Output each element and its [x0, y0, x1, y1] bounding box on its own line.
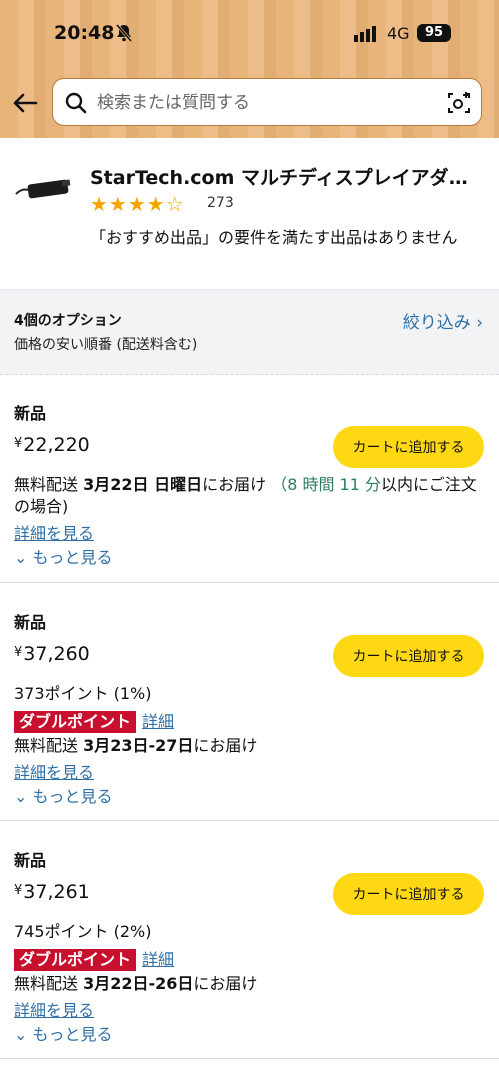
details-link[interactable]: 詳細を見る: [14, 759, 94, 783]
see-more-link[interactable]: ⌄ もっと見る: [14, 783, 113, 807]
rating-stars: ★★★★☆: [90, 192, 185, 216]
badge-detail-link[interactable]: 詳細: [142, 950, 174, 969]
offer-condition: 新品: [14, 404, 47, 423]
delivery-info: 無料配送 3月22日-26日にお届け: [14, 974, 258, 993]
points-info: 745ポイント (2%): [14, 922, 152, 941]
see-more-link[interactable]: ⌄ もっと見る: [14, 544, 113, 568]
offer-price: ¥22,220: [14, 434, 90, 456]
search-bar[interactable]: [52, 78, 482, 126]
details-link[interactable]: 詳細を見る: [14, 520, 94, 544]
filter-link[interactable]: 絞り込み ›: [403, 308, 483, 333]
delivery-info: 無料配送 3月23日-27日にお届け: [14, 736, 258, 755]
offer-item: 新品 ¥37,261 カートに追加する 745ポイント (2%) ダブルポイント…: [0, 821, 499, 1059]
see-more-link[interactable]: ⌄ もっと見る: [14, 1021, 113, 1045]
add-to-cart-button[interactable]: カートに追加する: [333, 426, 484, 468]
product-thumbnail: [15, 179, 71, 199]
search-input[interactable]: [95, 87, 429, 119]
details-link[interactable]: 詳細を見る: [14, 997, 94, 1021]
points-info: 373ポイント (1%): [14, 684, 152, 703]
delivery-info: 無料配送 3月22日 日曜日にお届け （8 時間 11 分以内にご注文の場合): [14, 475, 477, 516]
top-bar: 20:48 4G 95: [0, 0, 499, 138]
double-point-row: ダブルポイント 詳細: [14, 711, 488, 733]
offer-item: 新品 ¥37,260 カートに追加する 373ポイント (1%) ダブルポイント…: [0, 583, 499, 821]
bell-muted-icon: [115, 24, 133, 42]
offer-condition: 新品: [14, 851, 47, 870]
status-time: 20:48: [54, 22, 115, 44]
network-type: 4G: [387, 24, 410, 43]
search-icon: [65, 92, 87, 114]
featured-offer-note: 「おすすめ出品」の要件を満たす出品はありません: [90, 228, 458, 247]
sort-label: 価格の安い順番 (配送料含む): [14, 337, 198, 353]
option-count: 4個のオプション: [14, 313, 122, 329]
product-title[interactable]: StarTech.com マルチディスプレイアダプ…: [90, 163, 482, 190]
add-to-cart-button[interactable]: カートに追加する: [333, 873, 484, 915]
offer-item: 新品 ¥22,220 カートに追加する 無料配送 3月22日 日曜日にお届け （…: [0, 374, 499, 583]
filter-bar: 4個のオプション 価格の安い順番 (配送料含む) 絞り込み ›: [0, 289, 499, 375]
add-to-cart-button[interactable]: カートに追加する: [333, 635, 484, 677]
offer-price: ¥37,260: [14, 643, 90, 665]
review-count[interactable]: 273: [207, 195, 234, 211]
double-point-badge: ダブルポイント: [14, 949, 137, 971]
double-point-row: ダブルポイント 詳細: [14, 949, 488, 971]
offer-price: ¥37,261: [14, 881, 90, 903]
offer-condition: 新品: [14, 613, 47, 632]
product-summary[interactable]: StarTech.com マルチディスプレイアダプ… ★★★★☆ 273 「おす…: [0, 138, 499, 288]
back-arrow-icon[interactable]: [12, 92, 38, 114]
signal-icon: [354, 26, 376, 42]
double-point-badge: ダブルポイント: [14, 711, 137, 733]
camera-search-icon[interactable]: [446, 90, 472, 116]
badge-detail-link[interactable]: 詳細: [142, 712, 174, 731]
battery-badge: 95: [417, 24, 451, 42]
